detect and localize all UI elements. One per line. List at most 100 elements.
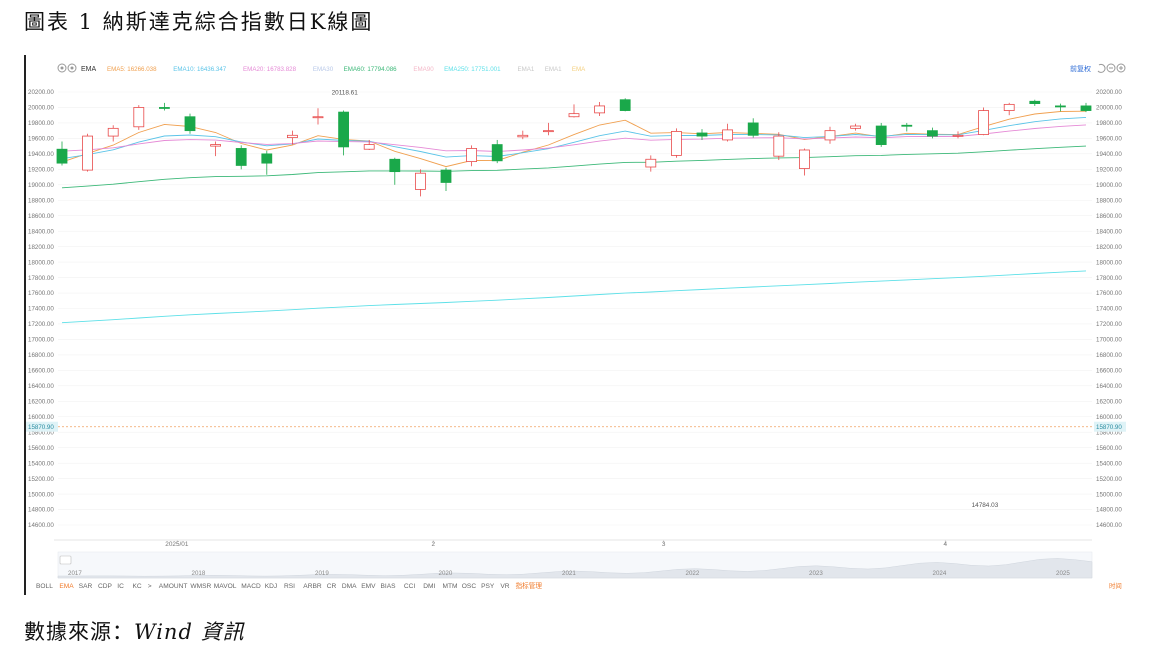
indicator-tab[interactable]: KC — [133, 583, 142, 590]
indicator-tab[interactable]: MTM — [443, 583, 458, 590]
ema-legend-item[interactable]: EMA90 — [413, 66, 434, 73]
ema-legend-item[interactable]: EMA60: 17794.086 — [344, 66, 398, 73]
indicator-tab[interactable]: BOLL — [36, 583, 53, 590]
ema-legend-item[interactable]: EMA10: 16436.347 — [173, 66, 227, 73]
candle-body — [286, 134, 298, 139]
candle[interactable] — [158, 102, 170, 111]
candle[interactable] — [799, 148, 810, 176]
candle[interactable] — [747, 118, 759, 138]
candle[interactable] — [338, 110, 350, 156]
indicator-tab[interactable]: EMA — [59, 583, 74, 590]
y-tick-label-right: 19000.00 — [1096, 182, 1122, 189]
candle[interactable] — [389, 157, 401, 185]
indicator-tab[interactable]: CR — [327, 583, 337, 590]
ema-legend-item[interactable]: EMA20: 16783.828 — [243, 66, 297, 73]
candle[interactable] — [671, 128, 682, 158]
ema-legend-item[interactable]: EMA30 — [313, 66, 334, 73]
candle[interactable] — [850, 123, 861, 131]
candle[interactable] — [1003, 102, 1015, 116]
candle[interactable] — [466, 145, 478, 167]
y-axis-left: 20200.00 20000.00 19800.00 19600.00 19400.00… — [28, 89, 54, 529]
candle[interactable] — [952, 131, 964, 139]
indicator-tab[interactable]: SAR — [79, 583, 93, 590]
candle[interactable] — [184, 113, 196, 134]
candle[interactable] — [1029, 99, 1041, 106]
ema-legend-item[interactable]: EMA1 — [545, 66, 562, 73]
ema-legend-item[interactable]: EMA — [572, 66, 586, 73]
y-tick-label: 19800.00 — [28, 120, 54, 127]
time-toggle[interactable]: 时间 — [1109, 581, 1122, 590]
indicator-tab[interactable]: RSI — [284, 583, 295, 590]
candle[interactable] — [312, 108, 324, 125]
settings-icon[interactable] — [57, 63, 67, 73]
candle-body — [56, 148, 68, 164]
indicator-tab[interactable]: IC — [117, 583, 124, 590]
time-navigator[interactable]: 2017 2018 2019 2020 2021 2022 2023 2024 2025 — [57, 551, 1093, 579]
indicator-tab[interactable]: PSY — [481, 583, 495, 590]
ema-legend-item[interactable]: EMA5: 16266.038 — [107, 66, 157, 73]
y-tick-label: 19000.00 — [28, 182, 54, 189]
candle[interactable] — [619, 98, 631, 112]
candle[interactable] — [491, 139, 503, 164]
candle[interactable] — [261, 150, 273, 175]
indicator-tab[interactable]: AMOUNT — [159, 583, 188, 590]
candle-body — [261, 153, 273, 164]
candle[interactable] — [82, 133, 93, 172]
navigator-year-label: 2017 — [68, 570, 82, 577]
candle[interactable] — [901, 122, 913, 132]
indicator-tab[interactable]: EMV — [361, 583, 376, 590]
candle[interactable] — [1080, 102, 1092, 113]
candle-body — [466, 148, 478, 162]
indicator-tab[interactable]: DMI — [423, 583, 435, 590]
candle-body — [158, 107, 170, 109]
candle[interactable] — [440, 167, 452, 191]
zoom-out-icon[interactable] — [1106, 63, 1116, 73]
y-tick-label: 14600.00 — [28, 522, 54, 529]
y-tick-label-right: 16200.00 — [1096, 398, 1122, 405]
indicator-tab[interactable]: 指标管理 — [516, 581, 543, 590]
source-label: 數據來源： — [24, 620, 134, 644]
indicator-tab[interactable]: VR — [500, 583, 509, 590]
indicator-tab[interactable]: CCI — [404, 583, 416, 590]
indicator-tab[interactable]: OSC — [462, 583, 477, 590]
adjust-mode-label[interactable]: 前复权 — [1070, 64, 1091, 73]
candle[interactable] — [722, 123, 733, 142]
source-value: Wind 資訊 — [134, 620, 245, 644]
indicator-tab[interactable]: ARBR — [303, 583, 322, 590]
candle[interactable] — [286, 130, 298, 145]
indicator-name[interactable]: EMA — [81, 66, 97, 73]
candle[interactable] — [543, 122, 554, 136]
candle[interactable] — [107, 125, 119, 142]
settings-icon-2[interactable] — [67, 63, 77, 73]
indicator-tab[interactable]: BIAS — [381, 583, 397, 590]
candle-body — [389, 158, 401, 173]
indicator-tab[interactable]: MACD — [241, 583, 261, 590]
y-tick-label: 15000.00 — [28, 491, 54, 498]
candle[interactable] — [56, 141, 68, 166]
candle[interactable] — [978, 107, 989, 136]
indicator-tab[interactable]: CDP — [98, 583, 113, 590]
candle[interactable] — [517, 130, 529, 140]
candle[interactable] — [133, 105, 145, 130]
candle[interactable] — [568, 104, 580, 118]
candle[interactable] — [875, 122, 887, 147]
indicator-tab[interactable]: KDJ — [265, 583, 277, 590]
candle[interactable] — [824, 126, 836, 144]
navigator-handle-icon[interactable] — [59, 555, 72, 565]
candle[interactable] — [235, 145, 247, 170]
y-tick-label: 19400.00 — [28, 151, 54, 158]
zoom-in-icon[interactable] — [1116, 63, 1126, 73]
candle[interactable] — [773, 132, 785, 161]
candlestick-chart[interactable]: EMA EMA5: 16266.038 EMA10: 16436.347 EMA20… — [24, 55, 1130, 595]
indicator-tab[interactable]: MAVOL — [214, 583, 237, 590]
indicator-tab[interactable]: > — [148, 583, 152, 590]
indicator-tab[interactable]: DMA — [342, 583, 357, 590]
y-tick-label-right: 15000.00 — [1096, 491, 1122, 498]
indicator-tab[interactable]: WMSR — [190, 583, 211, 590]
undo-icon[interactable] — [1097, 63, 1106, 73]
y-tick-label: 18800.00 — [28, 197, 54, 204]
candle[interactable] — [414, 169, 426, 197]
ema-legend-item[interactable]: EMA1 — [518, 66, 535, 73]
candle[interactable] — [594, 102, 605, 116]
ema-legend-item[interactable]: EMA250: 17751.001 — [444, 66, 501, 73]
